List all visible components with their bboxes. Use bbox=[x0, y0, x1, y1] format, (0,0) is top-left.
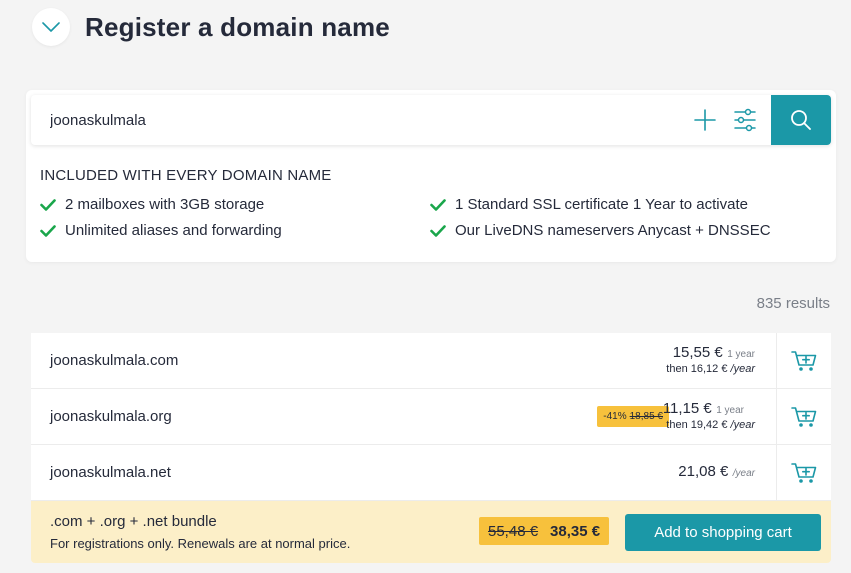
feature-item: 1 Standard SSL certificate 1 Year to act… bbox=[430, 196, 748, 213]
feature-item: 2 mailboxes with 3GB storage bbox=[40, 196, 264, 213]
feature-item: Our LiveDNS nameservers Anycast + DNSSEC bbox=[430, 222, 771, 239]
add-to-cart-button[interactable] bbox=[776, 389, 831, 444]
check-icon bbox=[40, 224, 58, 237]
sliders-icon bbox=[734, 108, 756, 132]
domain-name: joonaskulmala.net bbox=[50, 464, 171, 481]
bundle-price-badge: 55,48 € 38,35 € bbox=[479, 517, 610, 545]
add-to-cart-button[interactable] bbox=[776, 445, 831, 500]
included-title: INCLUDED WITH EVERY DOMAIN NAME bbox=[40, 167, 332, 184]
chevron-down-icon bbox=[42, 22, 60, 32]
feature-label: 1 Standard SSL certificate 1 Year to act… bbox=[455, 196, 748, 213]
results-list: joonaskulmala.com 15,55 € 1 year then 16… bbox=[31, 333, 831, 501]
domain-name: joonaskulmala.com bbox=[50, 352, 179, 369]
price-period: /year bbox=[732, 468, 755, 479]
price-block: 11,15 € 1 year then 19,42 € /year bbox=[663, 389, 755, 444]
results-count: 835 results bbox=[756, 295, 830, 312]
page-header: Register a domain name bbox=[32, 8, 390, 46]
renewal-price: then 19,42 € /year bbox=[663, 419, 755, 431]
search-card: INCLUDED WITH EVERY DOMAIN NAME 2 mailbo… bbox=[26, 90, 836, 262]
renewal-period: /year bbox=[730, 363, 755, 375]
page-title: Register a domain name bbox=[85, 11, 390, 42]
price-block: 15,55 € 1 year then 16,12 € /year bbox=[666, 333, 755, 388]
feature-label: Unlimited aliases and forwarding bbox=[65, 222, 282, 239]
bundle-original-price: 55,48 € bbox=[488, 522, 539, 540]
domain-result-row: joonaskulmala.net 21,08 € /year bbox=[31, 445, 831, 501]
cart-icon bbox=[791, 406, 817, 427]
domain-name: joonaskulmala.org bbox=[50, 408, 172, 425]
add-domain-button[interactable] bbox=[691, 106, 719, 134]
feature-label: Our LiveDNS nameservers Anycast + DNSSEC bbox=[455, 222, 771, 239]
price: 21,08 € bbox=[678, 463, 729, 480]
cart-icon bbox=[791, 350, 817, 371]
check-icon bbox=[430, 224, 448, 237]
cart-icon bbox=[791, 462, 817, 483]
original-price: 18,85 € bbox=[629, 411, 663, 422]
feature-item: Unlimited aliases and forwarding bbox=[40, 222, 282, 239]
search-icon bbox=[791, 110, 811, 130]
bundle-title: .com + .org + .net bundle bbox=[50, 513, 217, 530]
filter-button[interactable] bbox=[731, 106, 759, 134]
domain-result-row: joonaskulmala.org -41% 18,85 € 11,15 € 1… bbox=[31, 389, 831, 445]
discount-percent: -41% bbox=[603, 411, 627, 422]
feature-label: 2 mailboxes with 3GB storage bbox=[65, 196, 265, 213]
renewal-period: /year bbox=[730, 419, 755, 431]
bundle-offer: .com + .org + .net bundle For registrati… bbox=[31, 501, 831, 563]
search-box bbox=[31, 95, 831, 145]
bundle-discounted-price: 38,35 € bbox=[550, 522, 601, 540]
check-icon bbox=[430, 198, 448, 211]
check-icon bbox=[40, 198, 58, 211]
price-period: 1 year bbox=[716, 405, 744, 416]
bundle-note: For registrations only. Renewals are at … bbox=[50, 536, 351, 551]
renewal-price: then 16,12 € /year bbox=[666, 363, 755, 375]
renewal-amount: then 19,42 € bbox=[666, 419, 728, 431]
price: 15,55 € bbox=[672, 344, 723, 361]
plus-icon bbox=[694, 109, 716, 131]
add-bundle-to-cart-button[interactable]: Add to shopping cart bbox=[625, 514, 821, 551]
price-block: 21,08 € /year bbox=[678, 445, 755, 500]
collapse-button[interactable] bbox=[32, 8, 70, 46]
search-button[interactable] bbox=[771, 95, 831, 145]
renewal-amount: then 16,12 € bbox=[666, 363, 728, 375]
price-period: 1 year bbox=[727, 349, 755, 360]
add-to-cart-button[interactable] bbox=[776, 333, 831, 388]
discount-badge: -41% 18,85 € bbox=[597, 406, 669, 427]
domain-search-input[interactable] bbox=[31, 95, 681, 145]
price: 11,15 € bbox=[662, 400, 712, 417]
domain-result-row: joonaskulmala.com 15,55 € 1 year then 16… bbox=[31, 333, 831, 389]
